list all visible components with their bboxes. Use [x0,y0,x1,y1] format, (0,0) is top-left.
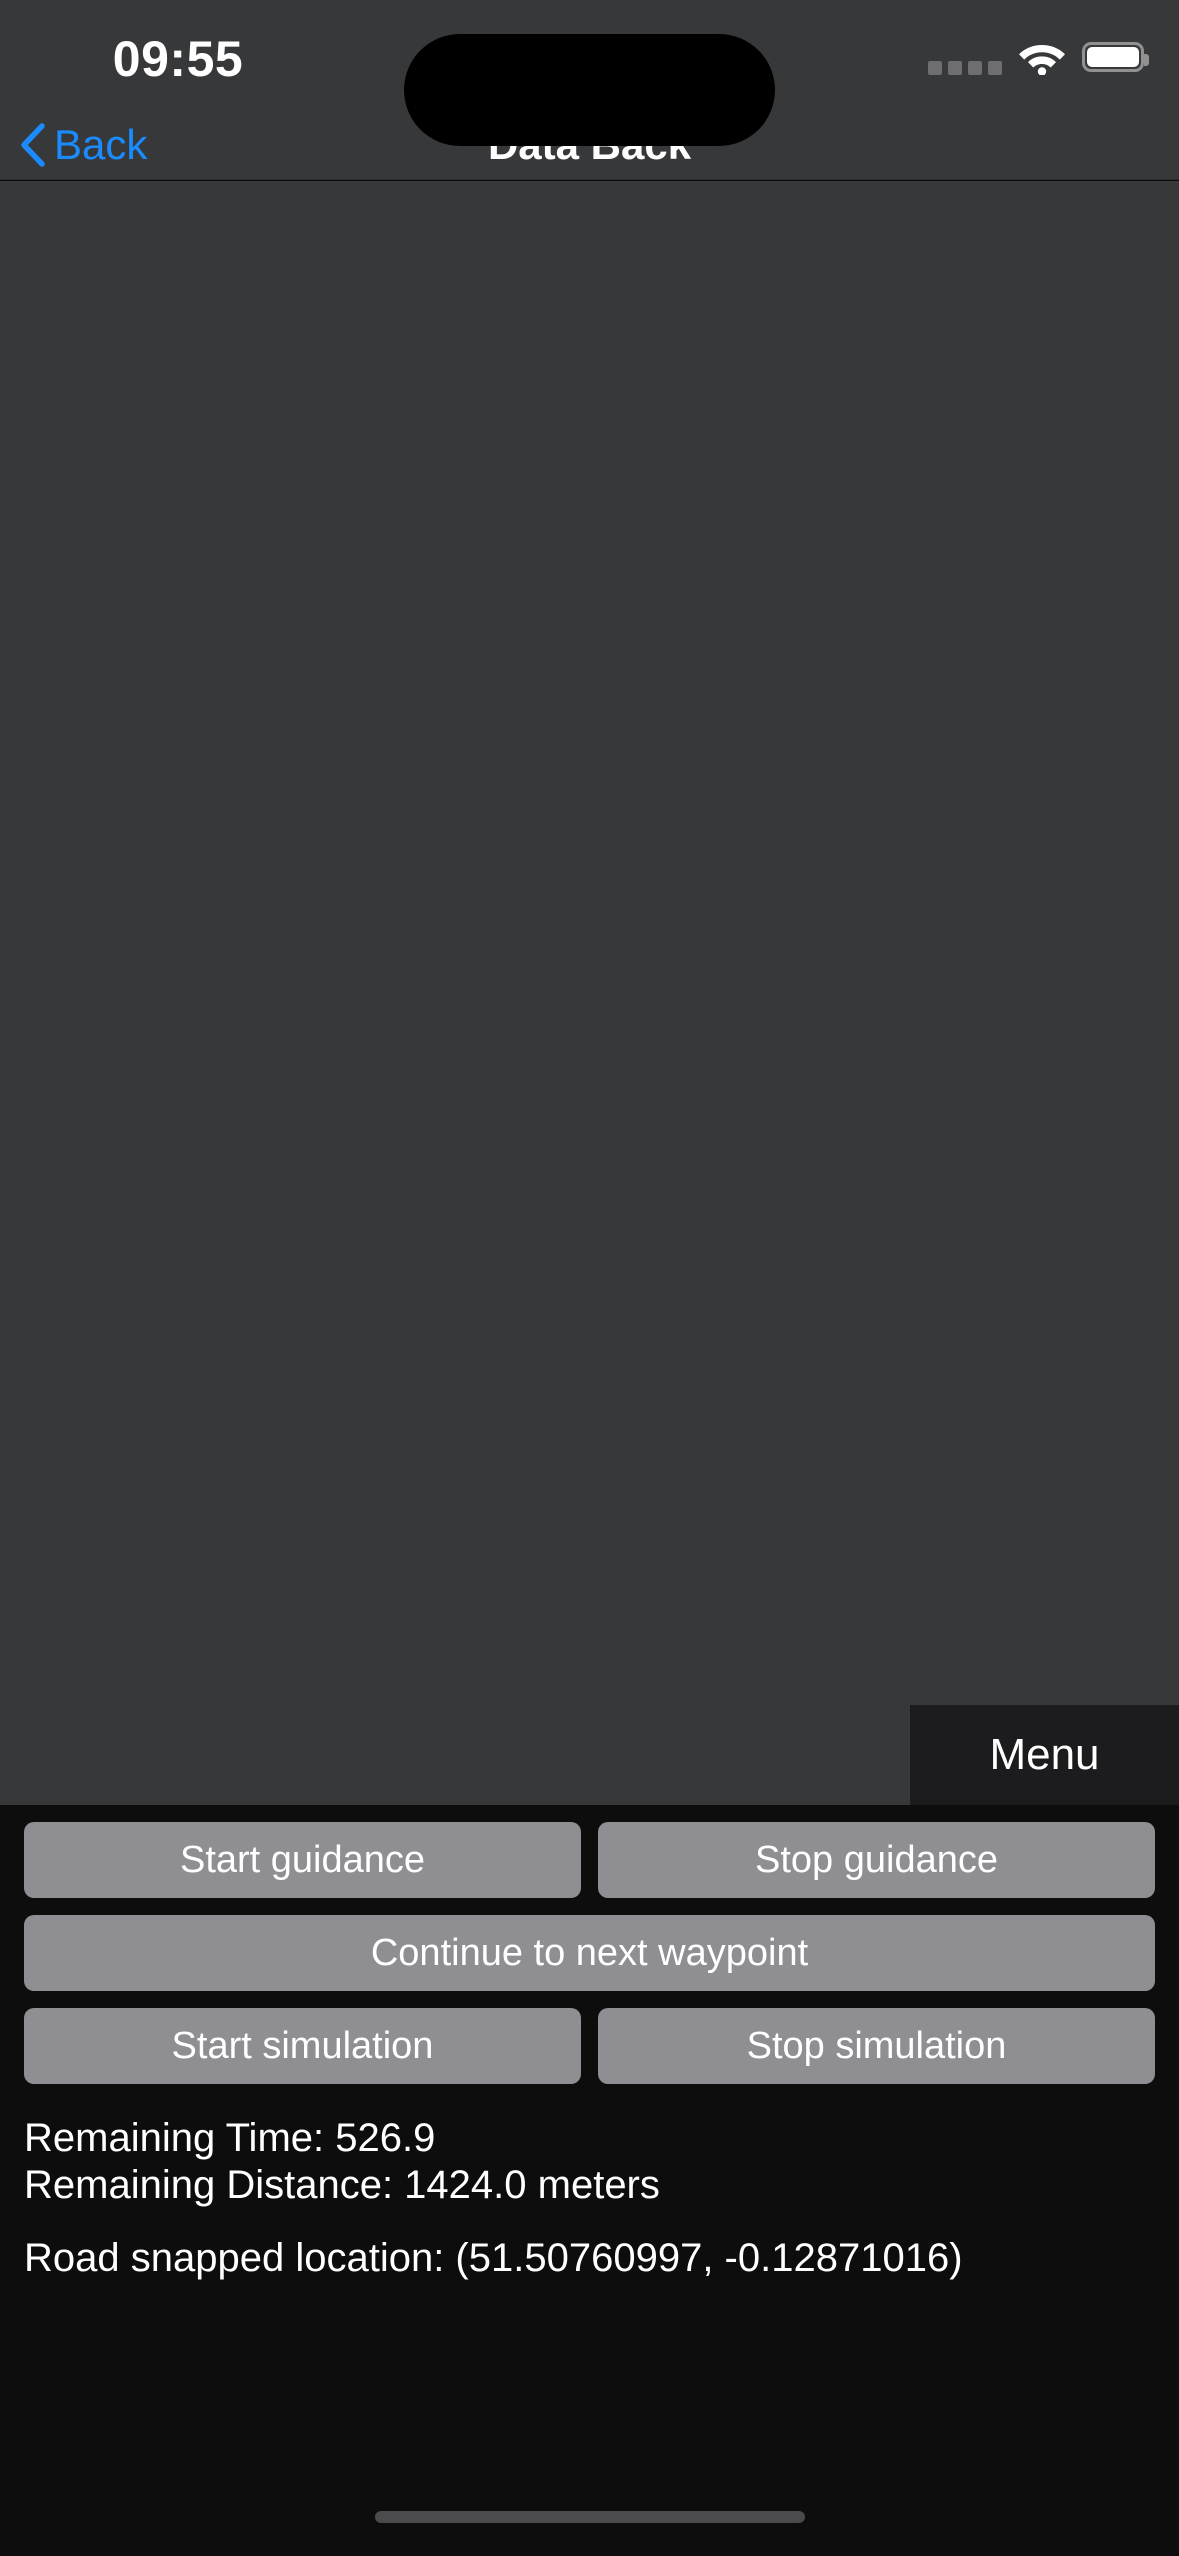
wifi-icon [1019,45,1065,75]
stop-simulation-button[interactable]: Stop simulation [598,2008,1155,2084]
status-bar: 09:55 [0,0,1179,146]
start-guidance-button[interactable]: Start guidance [24,1822,581,1898]
waypoint-button-row: Continue to next waypoint [0,1915,1179,1991]
road-snapped-location-text: Road snapped location: (51.50760997, -0.… [24,2236,963,2281]
continue-next-waypoint-button[interactable]: Continue to next waypoint [24,1915,1155,1991]
status-bar-time: 09:55 [112,31,244,87]
dynamic-island [404,34,775,146]
remaining-distance-text: Remaining Distance: 1424.0 meters [24,2163,660,2208]
map-view[interactable]: Menu [0,181,1179,1805]
guidance-button-row: Start guidance Stop guidance [0,1822,1179,1898]
stop-guidance-button[interactable]: Stop guidance [598,1822,1155,1898]
simulation-button-row: Start simulation Stop simulation [0,2008,1179,2084]
phone-screen: 09:55 Back Data Back Menu [0,0,1179,2556]
cellular-dots-icon [928,35,1002,79]
home-indicator[interactable] [374,2511,805,2523]
trip-info-block: Remaining Time: 526.9 Remaining Distance… [0,2101,1179,2283]
remaining-time-text: Remaining Time: 526.9 [24,2116,436,2160]
battery-full-icon [1082,42,1149,72]
menu-button-label: Menu [989,1730,1100,1779]
status-bar-indicators [928,34,1149,80]
start-simulation-button[interactable]: Start simulation [24,2008,581,2084]
trip-progress-group: Remaining Time: 526.9 Remaining Distance… [24,2115,1155,2209]
controls-panel: Start guidance Stop guidance Continue to… [0,1805,1179,2556]
menu-button[interactable]: Menu [910,1705,1179,1805]
